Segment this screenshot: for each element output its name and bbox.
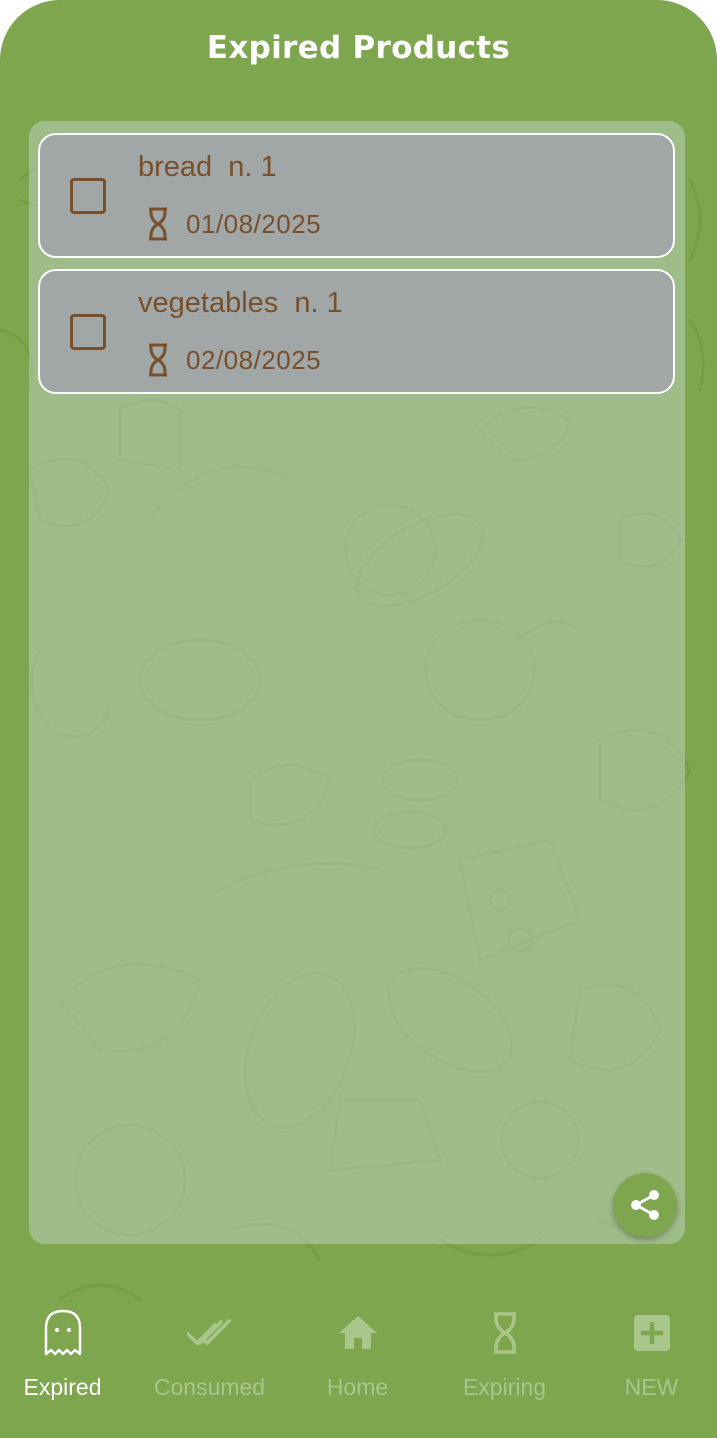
page-title: Expired Products (206, 30, 511, 66)
product-card[interactable]: vegetables n. 1 02/08/2025 (38, 269, 675, 394)
product-name: bread n. 1 (138, 151, 277, 183)
product-checkbox[interactable] (70, 178, 106, 214)
app-screen: Expired Products bread n. 1 01/08/2025 v… (0, 0, 717, 1438)
add-box-icon (633, 1315, 670, 1351)
home-icon (338, 1316, 377, 1349)
hourglass-icon (493, 1312, 516, 1354)
nav-label: NEW (624, 1374, 679, 1400)
ghost-icon (44, 1309, 81, 1356)
nav-item-new[interactable]: NEW (580, 1290, 717, 1420)
nav-item-expired[interactable]: Expired (0, 1290, 134, 1420)
nav-item-home[interactable]: Home (286, 1290, 429, 1420)
product-checkbox[interactable] (70, 314, 106, 350)
bottom-navigation: Expired Consumed Home Expiring NEW (0, 1290, 717, 1438)
product-card[interactable]: bread n. 1 01/08/2025 (38, 133, 675, 258)
nav-label: Expiring (462, 1374, 547, 1400)
product-expiry-date: 01/08/2025 (186, 209, 322, 239)
hourglass-icon (149, 207, 167, 241)
hourglass-icon (149, 343, 167, 377)
share-button[interactable] (613, 1173, 677, 1237)
share-icon (631, 1190, 659, 1220)
nav-item-consumed[interactable]: Consumed (138, 1290, 281, 1420)
nav-item-expiring[interactable]: Expiring (433, 1290, 576, 1420)
nav-label: Home (326, 1374, 389, 1400)
nav-label: Consumed (153, 1374, 266, 1400)
nav-label: Expired (23, 1374, 102, 1400)
product-expiry-date: 02/08/2025 (186, 345, 322, 375)
double-check-icon (186, 1318, 231, 1346)
product-name: vegetables n. 1 (138, 287, 343, 319)
